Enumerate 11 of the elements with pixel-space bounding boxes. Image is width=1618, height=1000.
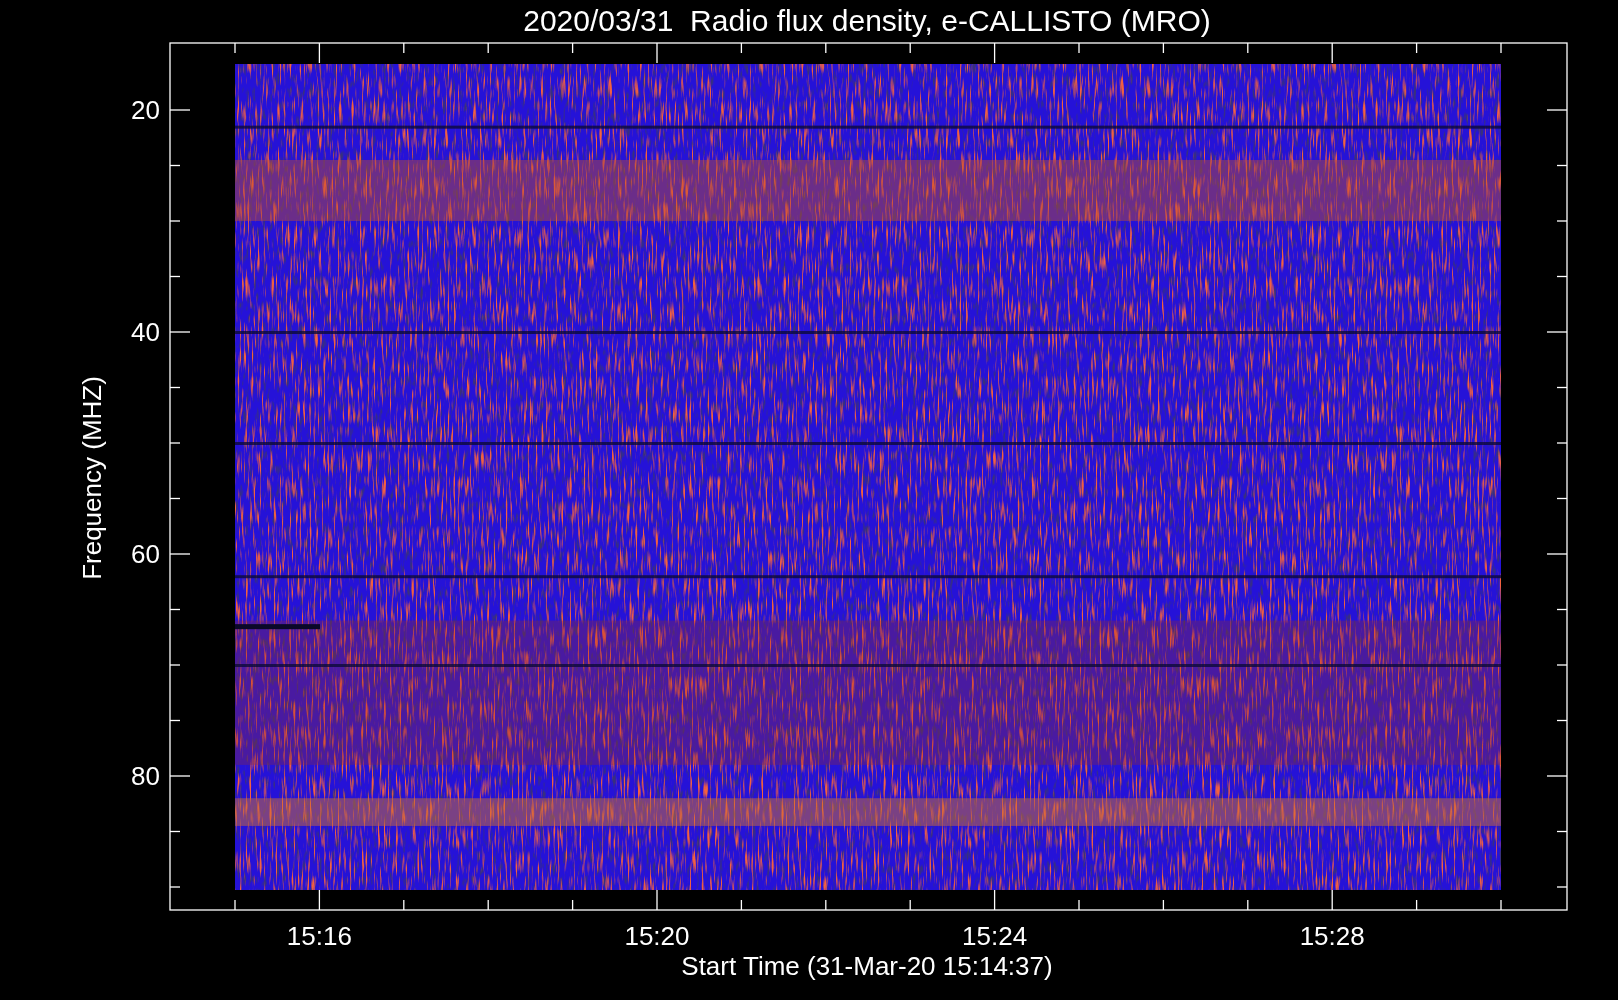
- y-tick-label: 60: [131, 539, 160, 569]
- x-tick-label: 15:16: [286, 921, 352, 951]
- y-tick-label: 20: [131, 95, 160, 125]
- y-tick-label: 80: [131, 761, 160, 791]
- y-tick-label: 40: [131, 317, 160, 347]
- chart-title: 2020/03/31 Radio flux density, e-CALLISTO (MRO): [523, 4, 1211, 37]
- y-axis-title: Frequency (MHZ): [77, 376, 107, 580]
- x-tick-label: 15:24: [962, 921, 1028, 951]
- x-tick-label: 15:20: [624, 921, 690, 951]
- x-axis-title: Start Time (31-Mar-20 15:14:37): [681, 951, 1053, 981]
- x-tick-label: 15:28: [1299, 921, 1365, 951]
